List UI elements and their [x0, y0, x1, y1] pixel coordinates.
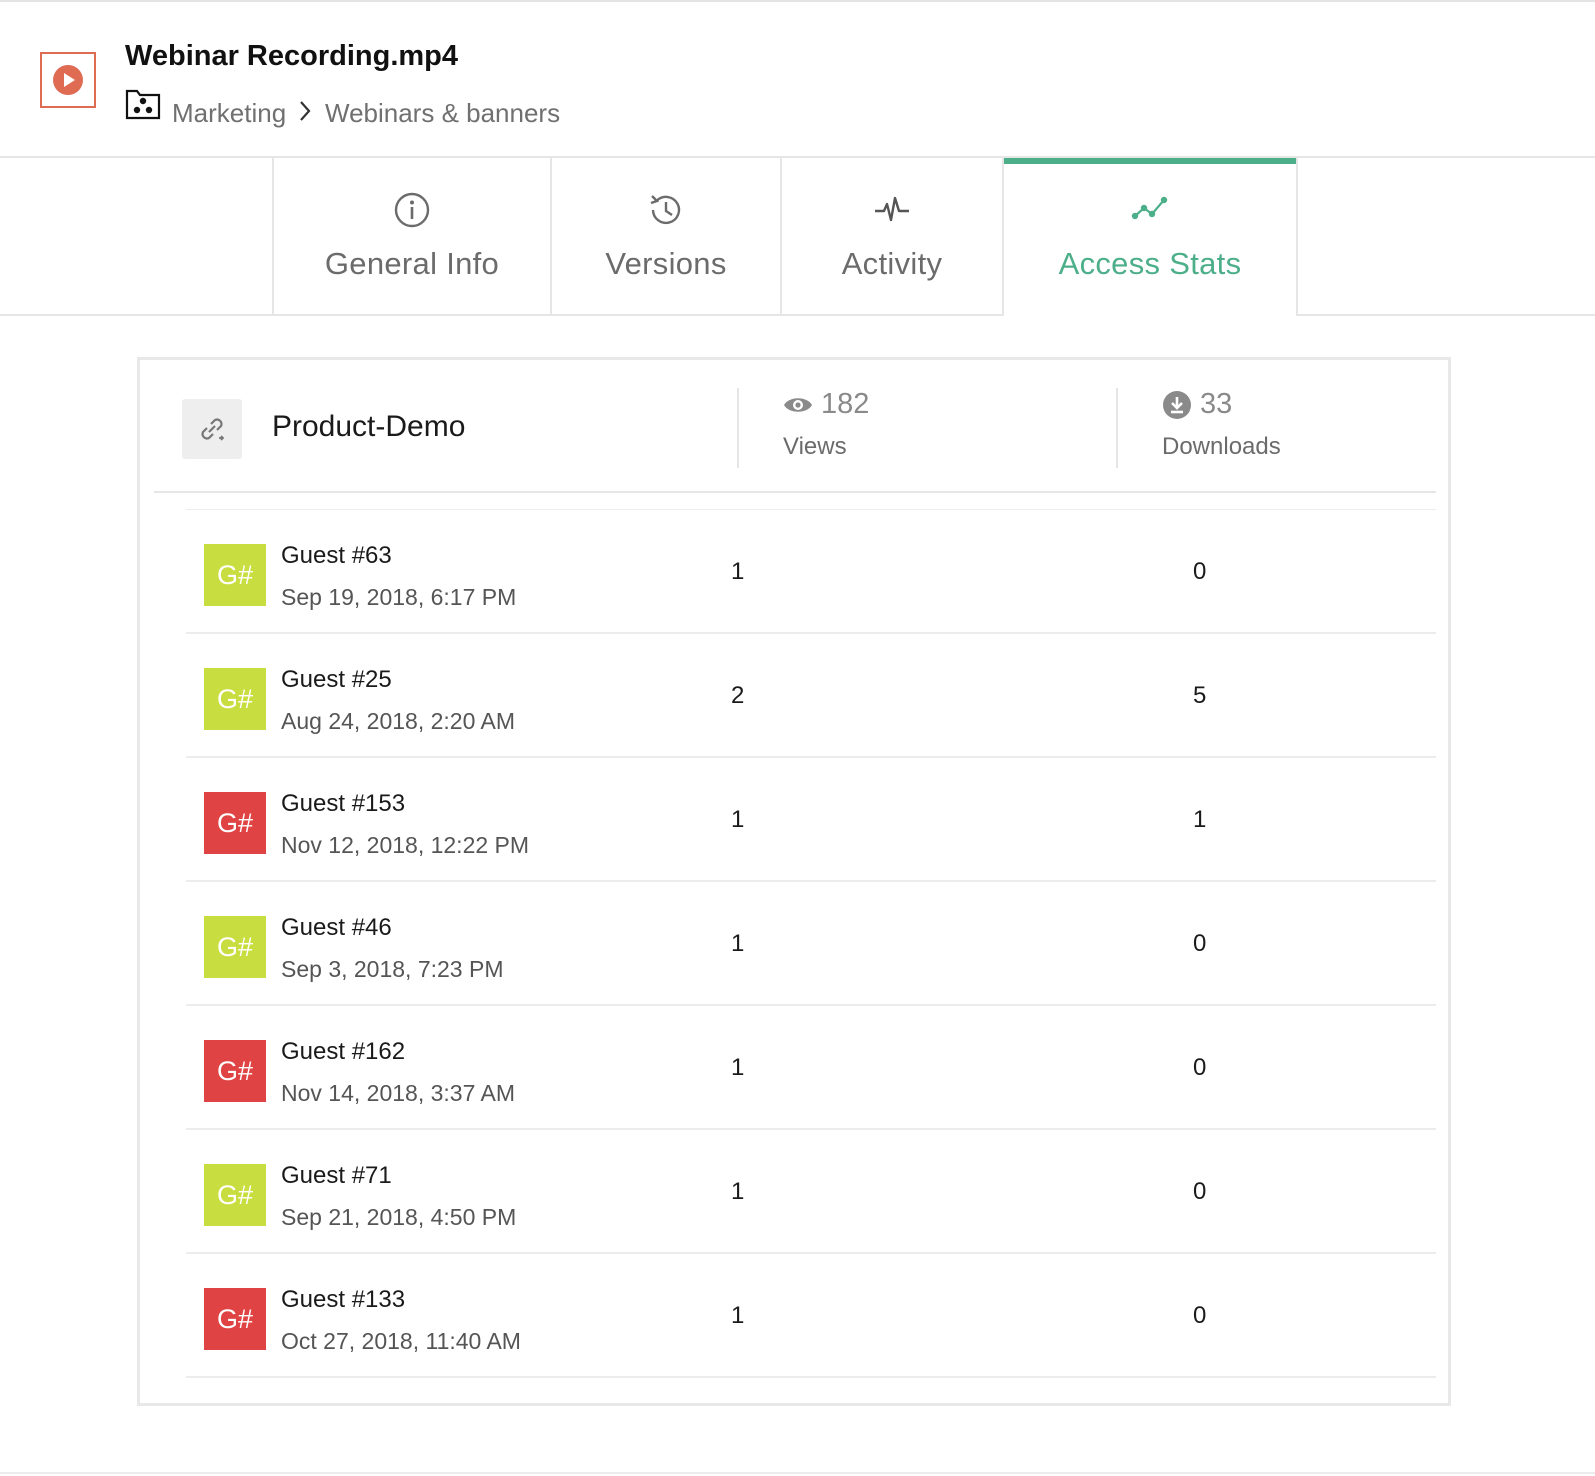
guest-avatar: G# — [204, 916, 266, 978]
tab-bar: General Info Versions Activity Access St… — [0, 158, 1595, 316]
stat-divider — [1116, 388, 1118, 468]
tab-general-info[interactable]: General Info — [272, 158, 552, 314]
shared-folder-icon — [125, 88, 161, 120]
chevron-right-icon — [298, 98, 312, 124]
pulse-icon — [875, 196, 909, 222]
guest-name: Guest #46 — [281, 914, 392, 941]
guest-access-date: Sep 19, 2018, 6:17 PM — [281, 584, 517, 610]
tab-access-stats[interactable]: Access Stats — [1004, 158, 1298, 316]
guest-row[interactable]: G# Guest #153 Nov 12, 2018, 12:22 PM 1 1 — [186, 758, 1436, 882]
guest-row[interactable]: G# Guest #133 Oct 27, 2018, 11:40 AM 1 0 — [186, 1254, 1436, 1378]
guest-name: Guest #71 — [281, 1162, 392, 1189]
guest-downloads-count: 0 — [1193, 1302, 1207, 1329]
divider — [154, 491, 1436, 493]
video-play-icon — [40, 52, 96, 108]
tab-label: General Info — [324, 246, 500, 281]
guest-avatar: G# — [204, 544, 266, 606]
guest-downloads-count: 0 — [1193, 1054, 1207, 1081]
guest-avatar: G# — [204, 1164, 266, 1226]
file-title: Webinar Recording.mp4 — [125, 40, 459, 72]
guest-name: Guest #162 — [281, 1038, 406, 1065]
guest-views-count: 1 — [731, 558, 745, 585]
guest-row[interactable]: G# Guest #162 Nov 14, 2018, 3:37 AM 1 0 — [186, 1006, 1436, 1130]
guest-views-count: 1 — [731, 930, 745, 957]
guest-views-count: 1 — [731, 806, 745, 833]
downloads-stat: 33 Downloads — [1162, 388, 1281, 461]
tab-activity[interactable]: Activity — [782, 158, 1004, 314]
guest-list: G# Guest #63 Sep 19, 2018, 6:17 PM 1 0 G… — [186, 510, 1436, 1378]
guest-name: Guest #25 — [281, 666, 392, 693]
tab-versions[interactable]: Versions — [552, 158, 782, 314]
shared-link-name: Product-Demo — [272, 410, 466, 443]
downloads-label: Downloads — [1162, 433, 1281, 460]
history-icon — [650, 195, 681, 225]
breadcrumb-item-marketing[interactable]: Marketing — [172, 98, 286, 129]
info-icon — [394, 192, 430, 228]
tab-label: Access Stats — [1058, 246, 1242, 281]
guest-avatar: G# — [204, 1040, 266, 1102]
guest-views-count: 1 — [731, 1178, 745, 1205]
tab-label: Versions — [605, 246, 727, 281]
guest-row[interactable]: G# Guest #71 Sep 21, 2018, 4:50 PM 1 0 — [186, 1130, 1436, 1254]
guest-avatar: G# — [204, 1288, 266, 1350]
guest-access-date: Oct 27, 2018, 11:40 AM — [281, 1328, 521, 1354]
file-header: Webinar Recording.mp4 Marketing Webinars… — [0, 0, 1595, 158]
breadcrumb-item-webinars[interactable]: Webinars & banners — [325, 98, 560, 129]
guest-views-count: 1 — [731, 1054, 745, 1081]
window-frame-bottom — [0, 1472, 1595, 1474]
active-tab-indicator — [1004, 158, 1296, 164]
guest-access-date: Nov 14, 2018, 3:37 AM — [281, 1080, 515, 1106]
guest-access-date: Nov 12, 2018, 12:22 PM — [281, 832, 530, 858]
views-stat: 182 Views — [783, 388, 869, 461]
downloads-count: 33 — [1200, 388, 1233, 420]
guest-access-date: Aug 24, 2018, 2:20 AM — [281, 708, 516, 734]
guest-avatar: G# — [204, 792, 266, 854]
link-icon — [182, 399, 242, 459]
guest-avatar: G# — [204, 668, 266, 730]
guest-downloads-count: 1 — [1193, 806, 1207, 833]
views-label: Views — [783, 433, 847, 460]
guest-downloads-count: 5 — [1193, 682, 1207, 709]
guest-row[interactable]: G# Guest #25 Aug 24, 2018, 2:20 AM 2 5 — [186, 634, 1436, 758]
guest-row[interactable]: G# Guest #46 Sep 3, 2018, 7:23 PM 1 0 — [186, 882, 1436, 1006]
guest-name: Guest #153 — [281, 790, 406, 817]
guest-access-date: Sep 21, 2018, 4:50 PM — [281, 1204, 517, 1230]
guest-access-date: Sep 3, 2018, 7:23 PM — [281, 956, 504, 982]
stats-icon — [1131, 196, 1168, 220]
guest-views-count: 1 — [731, 1302, 745, 1329]
access-stats-card: Product-Demo 182 Views 33 Downloads G# G… — [137, 357, 1451, 1406]
guest-name: Guest #133 — [281, 1286, 406, 1313]
tab-label: Activity — [841, 246, 943, 281]
guest-name: Guest #63 — [281, 542, 392, 569]
download-icon — [1163, 390, 1191, 419]
guest-downloads-count: 0 — [1193, 930, 1207, 957]
stat-divider — [737, 388, 739, 468]
guest-downloads-count: 0 — [1193, 1178, 1207, 1205]
views-count: 182 — [821, 388, 870, 420]
eye-icon — [784, 397, 812, 412]
guest-views-count: 2 — [731, 682, 745, 709]
guest-downloads-count: 0 — [1193, 558, 1207, 585]
guest-row[interactable]: G# Guest #63 Sep 19, 2018, 6:17 PM 1 0 — [186, 510, 1436, 634]
